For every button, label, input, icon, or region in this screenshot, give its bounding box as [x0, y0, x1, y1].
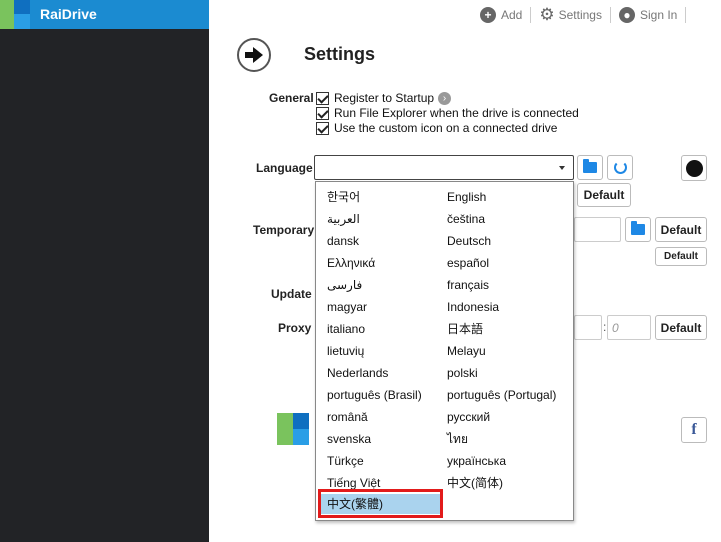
language-option[interactable]: português (Portugal) — [436, 385, 556, 405]
raidrive-logo-icon — [0, 0, 30, 29]
register-startup-option[interactable]: Register to Startup › — [316, 91, 452, 105]
register-startup-label: Register to Startup — [334, 91, 435, 105]
facebook-icon: f — [691, 421, 697, 438]
language-option[interactable]: español — [436, 253, 489, 273]
register-startup-checkbox[interactable] — [316, 91, 329, 105]
language-option[interactable]: polski — [436, 363, 478, 383]
divider — [530, 7, 532, 23]
divider — [609, 7, 611, 23]
temporary-path-field[interactable] — [574, 217, 621, 242]
user-icon: ● — [618, 7, 635, 23]
temporary-folder-button[interactable] — [625, 217, 651, 242]
language-default-button[interactable]: Default — [577, 183, 631, 207]
run-explorer-label: Run File Explorer when the drive is conn… — [334, 106, 579, 120]
language-label: Language — [256, 161, 313, 175]
language-option[interactable]: Tiếng Việt — [316, 473, 380, 493]
run-explorer-option[interactable]: Run File Explorer when the drive is conn… — [316, 106, 579, 120]
language-option[interactable]: 한국어 — [316, 187, 360, 207]
language-option[interactable]: magyar — [316, 297, 367, 317]
back-button[interactable] — [237, 38, 271, 72]
sidebar — [0, 0, 209, 542]
language-option[interactable]: português (Brasil) — [316, 385, 422, 405]
proxy-port-placeholder: 0 — [612, 321, 619, 335]
facebook-button[interactable]: f — [681, 417, 707, 443]
language-option[interactable]: English — [436, 187, 486, 207]
language-option[interactable]: français — [436, 275, 489, 295]
general-label: General — [269, 91, 314, 105]
github-icon — [685, 159, 703, 177]
sign-in-button[interactable]: ● Sign In — [618, 7, 678, 23]
app-brand-bar: RaiDrive — [0, 0, 209, 29]
update-label: Update — [271, 287, 312, 301]
custom-icon-label: Use the custom icon on a connected drive — [334, 121, 558, 135]
plus-icon: + — [480, 7, 496, 23]
language-option[interactable]: العربية — [316, 209, 360, 229]
language-option[interactable]: فارسی — [316, 275, 362, 295]
language-option[interactable]: čeština — [436, 209, 485, 229]
language-option[interactable]: Ελληνικά — [316, 253, 375, 273]
page-title: Settings — [304, 44, 376, 64]
language-option[interactable]: italiano — [316, 319, 365, 339]
language-folder-button[interactable] — [577, 155, 603, 180]
sign-in-label: Sign In — [639, 8, 678, 22]
custom-icon-option[interactable]: Use the custom icon on a connected drive — [316, 121, 557, 135]
proxy-default-button[interactable]: Default — [655, 315, 707, 340]
run-explorer-checkbox[interactable] — [316, 106, 329, 120]
divider — [685, 7, 687, 23]
proxy-host-field[interactable] — [574, 315, 602, 340]
add-button[interactable]: + Add — [480, 7, 522, 23]
settings-page: RaiDrive + Add ⚙ Settings ● Sign In Sett… — [0, 0, 721, 542]
chevron-down-icon — [559, 166, 565, 170]
proxy-port-field[interactable]: 0 — [607, 315, 651, 340]
language-option[interactable]: dansk — [316, 231, 359, 251]
language-option[interactable]: 中文(简体) — [436, 473, 503, 493]
folder-icon — [631, 221, 645, 235]
info-arrow-icon[interactable]: › — [438, 91, 452, 105]
language-option[interactable]: lietuvių — [316, 341, 364, 361]
custom-icon-checkbox[interactable] — [316, 121, 329, 135]
language-option-selected[interactable]: 中文(繁體) — [321, 494, 441, 514]
github-button[interactable] — [681, 155, 707, 181]
folder-icon — [583, 159, 597, 173]
settings-label: Settings — [558, 8, 602, 22]
add-label: Add — [501, 8, 523, 22]
proxy-label: Proxy — [278, 321, 312, 335]
temporary-label: Temporary — [253, 223, 315, 237]
language-option[interactable]: 日本語 — [436, 319, 483, 339]
settings-button[interactable]: ⚙ Settings — [539, 5, 602, 24]
language-option[interactable]: українська — [436, 451, 506, 471]
top-bar: + Add ⚙ Settings ● Sign In — [480, 5, 694, 25]
proxy-port-separator: : — [603, 320, 607, 334]
language-option[interactable]: Türkçe — [316, 451, 364, 471]
language-option[interactable]: Melayu — [436, 341, 486, 361]
language-option[interactable]: română — [316, 407, 368, 427]
language-select[interactable] — [314, 155, 574, 180]
gear-icon: ⚙ — [539, 5, 555, 24]
language-option[interactable]: Nederlands — [316, 363, 388, 383]
language-refresh-button[interactable] — [607, 155, 633, 180]
language-option[interactable]: русский — [436, 407, 490, 427]
back-arrow-icon — [245, 47, 263, 63]
language-option[interactable]: Deutsch — [436, 231, 491, 251]
language-option[interactable]: Indonesia — [436, 297, 499, 317]
language-option[interactable]: svenska — [316, 429, 371, 449]
language-dropdown-list: 한국어 العربية dansk Ελληνικά فارسی magyar … — [315, 181, 574, 521]
refresh-icon — [613, 161, 627, 174]
temporary-default-small-button[interactable]: Default — [655, 247, 707, 266]
temporary-default-button[interactable]: Default — [655, 217, 707, 242]
app-name: RaiDrive — [40, 6, 97, 22]
raidrive-logo-icon — [277, 413, 309, 445]
language-option[interactable]: ไทย — [436, 429, 468, 449]
